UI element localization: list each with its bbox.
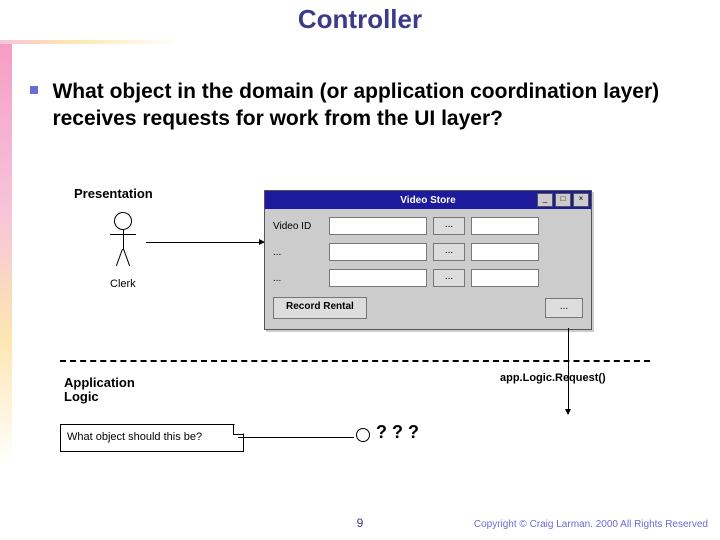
window-body: Video ID ... ... ... ... ... Record Rent… [265,209,591,329]
main-bullet: What object in the domain (or applicatio… [30,78,690,133]
actor-stick-figure-icon [108,212,138,272]
presentation-label: Presentation [74,186,153,201]
window-more-button[interactable]: ... [545,298,583,318]
video-id-more-button[interactable]: ... [433,217,465,235]
arrow-actor-to-window [146,242,264,243]
arrow-window-to-object [568,328,569,414]
video-store-window: Video Store _ □ × Video ID ... ... ... .… [264,190,592,330]
video-id-field[interactable] [329,217,427,235]
unknown-object-icon [356,428,370,442]
design-question-note: What object should this be? [60,424,244,452]
row3-field-2[interactable] [471,269,539,287]
actor-label: Clerk [110,278,136,290]
bullet-icon [30,86,38,94]
form-row-1: Video ID ... [273,215,583,237]
window-maximize-button[interactable]: □ [555,193,571,207]
design-question-text: What object should this be? [67,431,202,443]
window-close-button[interactable]: × [573,193,589,207]
slide-title: Controller [0,4,720,35]
layer-divider [60,360,650,362]
row2-field-2[interactable] [471,243,539,261]
decor-top-bar [0,40,180,44]
video-id-field-2[interactable] [471,217,539,235]
controller-diagram: Presentation Clerk Video Store _ □ × Vid… [60,184,660,474]
form-row-3: ... ... [273,267,583,289]
window-titlebar: Video Store _ □ × [265,191,591,209]
form-row-2: ... ... [273,241,583,263]
record-rental-button[interactable]: Record Rental [273,297,367,319]
window-minimize-button[interactable]: _ [537,193,553,207]
request-call-label: app.Logic.Request() [500,372,606,384]
bullet-text: What object in the domain (or applicatio… [52,78,682,133]
decor-left-bar [0,44,12,464]
row2-more-button[interactable]: ... [433,243,465,261]
note-connector-line [238,437,354,438]
unknown-object-label: ? ? ? [376,422,419,443]
row2-field[interactable] [329,243,427,261]
copyright: Copyright © Craig Larman. 2000 All Right… [474,519,708,530]
window-button-bar: Record Rental ... [273,297,583,319]
row3-more-button[interactable]: ... [433,269,465,287]
window-title: Video Store [400,195,455,206]
video-id-label: Video ID [273,221,329,232]
row3-label: ... [273,273,329,284]
row3-field[interactable] [329,269,427,287]
application-logic-label: Application Logic [64,376,135,405]
row2-label: ... [273,247,329,258]
